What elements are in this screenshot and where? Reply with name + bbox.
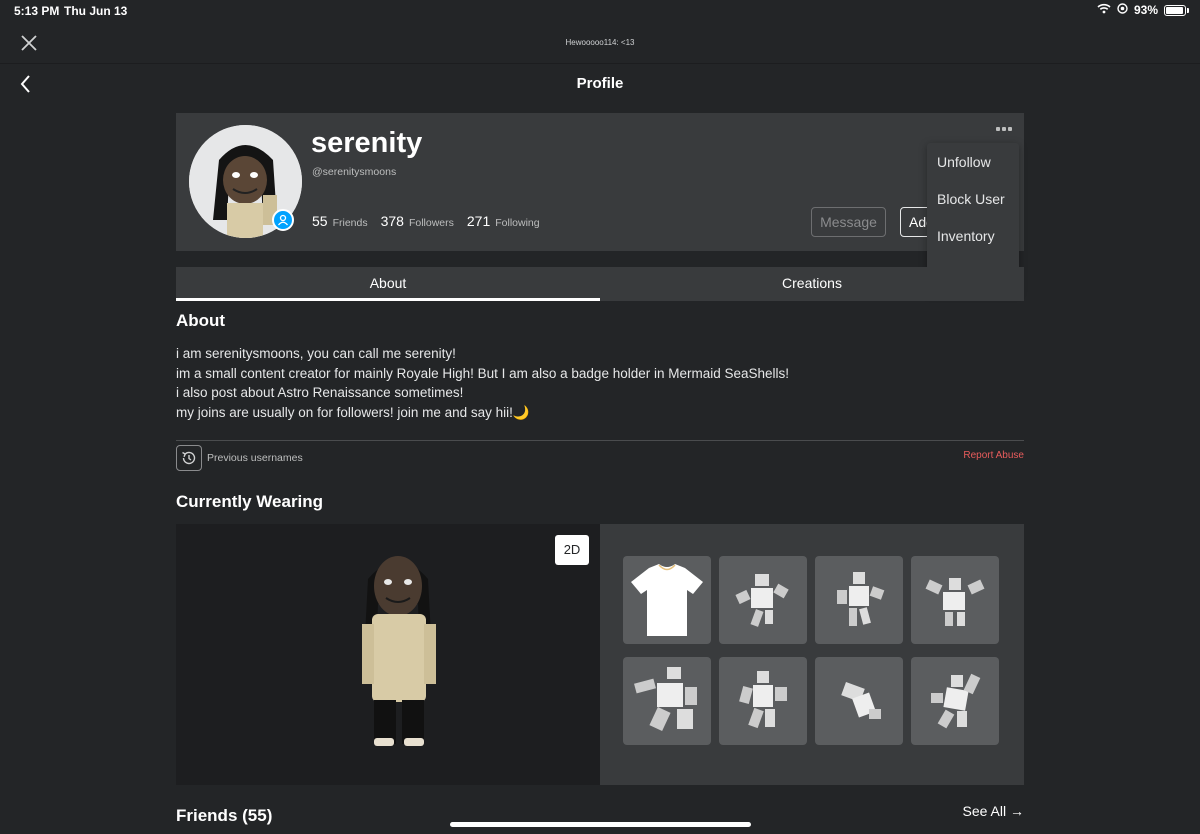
animation-pose-icon: [837, 572, 885, 626]
toggle-2d-button[interactable]: 2D: [555, 535, 589, 565]
tshirt-icon: [631, 564, 703, 636]
item-tile-tshirt[interactable]: [623, 556, 711, 644]
profile-header: serenity @serenitysmoons 55 Friends 378 Fo…: [176, 113, 1024, 251]
animation-pose-icon: [925, 578, 985, 626]
stat-following[interactable]: 271 Following: [467, 213, 540, 231]
home-indicator[interactable]: [450, 822, 751, 827]
animation-pose-icon: [931, 673, 981, 729]
profile-stats: 55 Friends 378 Followers 271 Following: [312, 213, 540, 231]
top-bar: Hewooooo114: <13: [0, 26, 1200, 64]
previous-usernames-button[interactable]: Previous usernames: [176, 445, 303, 471]
stat-friends[interactable]: 55 Friends: [312, 213, 368, 231]
status-bar: 5:13 PM Thu Jun 13 93%: [0, 0, 1200, 22]
about-line: i am serenitysmoons, you can call me ser…: [176, 346, 456, 361]
about-description: i am serenitysmoons, you can call me ser…: [176, 344, 789, 422]
user-icon: [277, 214, 289, 226]
stat-label: Following: [495, 217, 540, 229]
location-icon: [1117, 3, 1128, 17]
avatar-figure: [362, 556, 436, 746]
more-dot-icon: [996, 127, 1000, 131]
about-line: im a small content creator for mainly Ro…: [176, 365, 790, 381]
nav-bar: Profile: [0, 66, 1200, 102]
more-dot-icon: [1008, 127, 1012, 131]
page-title: Profile: [576, 75, 624, 92]
about-line: my joins are usually on for followers! j…: [176, 404, 530, 420]
stat-followers[interactable]: 378 Followers: [381, 213, 454, 231]
about-heading: About: [176, 311, 226, 330]
about-line: i also post about Astro Renaissance some…: [176, 385, 464, 400]
item-tile-animation[interactable]: [719, 657, 807, 745]
more-options-button[interactable]: [996, 127, 1014, 135]
animation-pose-icon: [735, 574, 789, 627]
stat-label: Friends: [332, 217, 368, 229]
animation-pose-icon: [841, 682, 881, 719]
item-tile-animation[interactable]: [623, 657, 711, 745]
tab-about[interactable]: About: [176, 267, 600, 301]
wifi-icon: [1097, 3, 1111, 17]
animation-pose-icon: [634, 667, 697, 732]
presence-badge: [272, 209, 294, 231]
animation-pose-icon: [739, 671, 787, 729]
currently-wearing-heading: Currently Wearing: [176, 492, 324, 511]
battery-percent: 93%: [1133, 3, 1158, 17]
stat-label: Followers: [408, 217, 454, 229]
item-tile-animation[interactable]: [815, 657, 903, 745]
status-date: Thu Jun 13: [64, 4, 128, 18]
message-button[interactable]: Message: [811, 207, 886, 237]
profile-tabs: About Creations: [176, 267, 1024, 301]
item-tile-animation[interactable]: [719, 556, 807, 644]
history-icon: [176, 445, 202, 471]
status-indicators: 93%: [1097, 3, 1189, 17]
more-dot-icon: [1002, 127, 1006, 131]
divider: [176, 440, 1024, 441]
tab-creations[interactable]: Creations: [600, 267, 1024, 301]
menu-item-block-user[interactable]: Block User: [927, 182, 1019, 219]
window-title: Hewooooo114: <13: [565, 38, 635, 47]
stat-value: 55: [312, 213, 328, 229]
menu-item-unfollow[interactable]: Unfollow: [927, 145, 1019, 182]
display-name: serenity: [311, 127, 423, 159]
see-all-friends-link[interactable]: See All →: [963, 803, 1024, 819]
friends-heading: Friends (55): [176, 806, 273, 825]
item-tile-animation[interactable]: [815, 556, 903, 644]
wearing-items-grid: [600, 524, 1024, 785]
item-tile-animation[interactable]: [911, 556, 999, 644]
stat-value: 271: [466, 213, 491, 229]
stat-value: 378: [380, 213, 404, 229]
battery-icon: [1164, 4, 1189, 16]
previous-usernames-label: Previous usernames: [207, 452, 303, 464]
item-tile-animation[interactable]: [911, 657, 999, 745]
username: @serenitysmoons: [312, 166, 397, 178]
status-time: 5:13 PM: [14, 4, 60, 18]
avatar-3d-viewer[interactable]: 2D: [176, 524, 600, 785]
menu-item-inventory[interactable]: Inventory: [927, 219, 1019, 256]
report-abuse-link[interactable]: Report Abuse: [963, 450, 1024, 461]
